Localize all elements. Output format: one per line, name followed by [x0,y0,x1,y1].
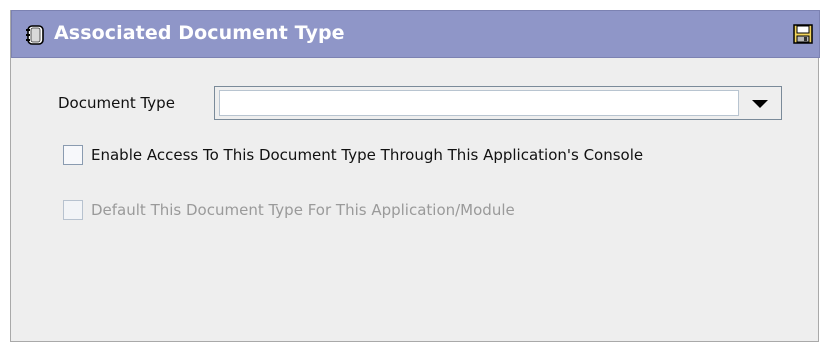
enable-access-label[interactable]: Enable Access To This Document Type Thro… [91,145,643,165]
panel-titlebar: Associated Document Type [11,10,820,58]
document-type-label: Document Type [58,94,175,112]
default-type-checkbox [63,200,83,220]
document-type-select-value-area[interactable] [219,90,739,116]
default-type-label: Default This Document Type For This Appl… [91,201,515,219]
panel-title: Associated Document Type [54,22,345,44]
notebook-icon [24,24,46,46]
save-disk-icon[interactable] [792,23,814,45]
enable-access-checkbox[interactable] [63,145,83,165]
chevron-down-icon[interactable] [752,100,768,108]
associated-document-type-panel: Associated Document Type Document Type E… [10,10,820,342]
document-type-select[interactable] [214,86,782,120]
